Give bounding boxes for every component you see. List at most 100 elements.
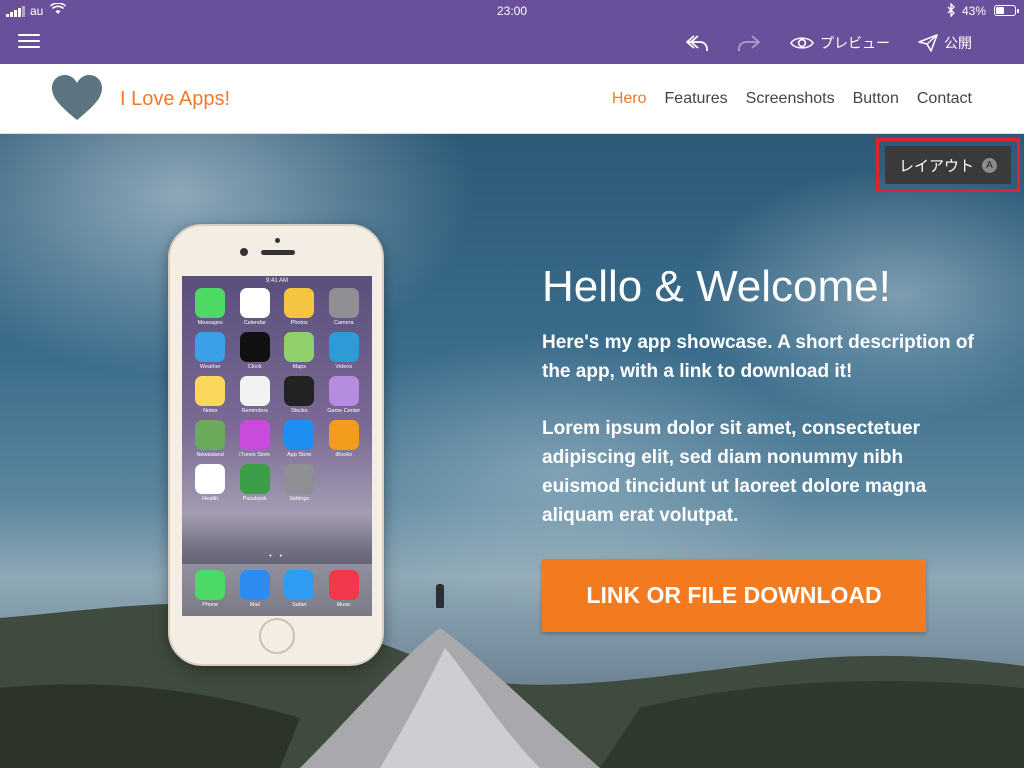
hamburger-menu-icon[interactable] (18, 34, 40, 50)
grid-app: Photos (277, 288, 322, 326)
preview-button[interactable]: プレビュー (790, 30, 890, 56)
dock-app: Mail (233, 570, 278, 616)
camera-app-icon (328, 288, 359, 318)
layout-label: レイアウト (898, 157, 974, 175)
phone-app-icon (195, 570, 226, 600)
layout-badge: A (982, 157, 997, 173)
messages-app-icon (195, 288, 226, 318)
notes-app-icon (195, 376, 226, 406)
battery-percent: 43% (962, 4, 987, 18)
app-label: Weather (199, 364, 221, 370)
app-label: Music (336, 602, 351, 608)
newsstand-app-icon (195, 420, 226, 450)
hiker-figure (436, 584, 444, 608)
app-grid: Messages Calendar Photos Camera Weather Clock… (188, 288, 366, 502)
heart-icon[interactable] (50, 74, 104, 127)
grid-app: Clock (233, 332, 278, 370)
music-app-icon (328, 570, 359, 600)
publish-label: 公開 (944, 35, 972, 51)
phone-status-time: 9:41 AM (265, 278, 288, 284)
clock-app-icon (239, 332, 270, 362)
publish-button[interactable]: 公開 (918, 30, 972, 56)
undo-button[interactable] (684, 30, 710, 56)
app-label: Game Center (327, 408, 361, 414)
app-label: Reminders (241, 408, 269, 414)
app-label: Passbook (242, 496, 267, 502)
app-label: Phone (202, 602, 219, 608)
bluetooth-icon (946, 2, 956, 20)
app-label: Videos (335, 364, 353, 370)
app-label: Mail (249, 602, 260, 608)
brand-link[interactable]: I Love Apps! (120, 88, 230, 111)
ibooks-app-icon (328, 420, 359, 450)
app-label: Settings (289, 496, 310, 502)
download-button[interactable]: LINK OR FILE DOWNLOAD (542, 559, 926, 632)
battery-fill (996, 7, 1005, 14)
send-icon (918, 34, 938, 52)
grid-app: App Store (277, 420, 322, 458)
grid-app: Settings (277, 464, 322, 502)
grid-app: iTunes Store (233, 420, 278, 458)
dock-app: Phone (188, 570, 233, 616)
phone-mockup: 9:41 AM Messages Calendar Photos Camera Weat… (168, 224, 384, 666)
dock-app: Safari (277, 570, 322, 616)
phone-camera (240, 248, 248, 256)
nav-item-hero[interactable]: Hero (612, 90, 647, 108)
grid-app: Calendar (233, 288, 278, 326)
app-label: Health (202, 496, 219, 502)
app-label: Photos (290, 320, 308, 326)
layout-tab-highlight: レイアウト A (876, 138, 1020, 192)
dock-app: Music (322, 570, 367, 616)
safari-app-icon (284, 570, 315, 600)
nav-item-button[interactable]: Button (853, 90, 899, 108)
mail-app-icon (239, 570, 270, 600)
site-nav: Hero Features Screenshots Button Contact (612, 90, 972, 108)
hero-title: Hello & Welcome! (542, 262, 891, 311)
app-label: Messages (197, 320, 223, 326)
app-label: Camera (333, 320, 354, 326)
game-center-app-icon (328, 376, 359, 406)
status-bar: au 23:00 43% (0, 0, 1024, 22)
phone-sensor (275, 238, 280, 243)
calendar-app-icon (239, 288, 270, 318)
health-app-icon (195, 464, 226, 494)
editor-toolbar: au 23:00 43% プレビュー 公開 (0, 0, 1024, 64)
app-label: Stocks (290, 408, 308, 414)
photos-app-icon (284, 288, 315, 318)
phone-speaker (261, 250, 295, 255)
app-label: Safari (292, 602, 307, 608)
undo-icon (686, 35, 708, 51)
site-header: I Love Apps! Hero Features Screenshots B… (0, 64, 1024, 134)
nav-item-contact[interactable]: Contact (917, 90, 972, 108)
page-indicator: • • (269, 553, 285, 560)
grid-app: Passbook (233, 464, 278, 502)
battery-icon (994, 5, 1019, 16)
clock: 23:00 (496, 4, 528, 18)
app-label: Maps (292, 364, 306, 370)
grid-app: Stocks (277, 376, 322, 414)
app-label: Newsstand (196, 452, 224, 458)
hero-description: Here's my app showcase. A short descript… (542, 332, 974, 382)
grid-app: Newsstand (188, 420, 233, 458)
app-store-app-icon (284, 420, 315, 450)
layout-button[interactable]: レイアウト A (885, 146, 1011, 184)
grid-app: Weather (188, 332, 233, 370)
grid-app: Videos (322, 332, 367, 370)
grid-app: Reminders (233, 376, 278, 414)
nav-item-screenshots[interactable]: Screenshots (746, 90, 835, 108)
app-label: Calendar (243, 320, 266, 326)
stocks-app-icon (284, 376, 315, 406)
redo-button[interactable] (736, 30, 762, 56)
app-label: Clock (247, 364, 262, 370)
nav-item-features[interactable]: Features (665, 90, 728, 108)
videos-app-icon (328, 332, 359, 362)
preview-label: プレビュー (820, 35, 890, 51)
hero-body: Lorem ipsum dolor sit amet, consectetuer… (542, 418, 927, 526)
phone-screen: 9:41 AM Messages Calendar Photos Camera Weat… (182, 276, 372, 616)
app-label: App Store (287, 452, 312, 458)
eye-icon (790, 37, 814, 49)
grid-app: iBooks (322, 420, 367, 458)
redo-icon (738, 35, 760, 51)
grid-app: Messages (188, 288, 233, 326)
app-label: iBooks (335, 452, 352, 458)
